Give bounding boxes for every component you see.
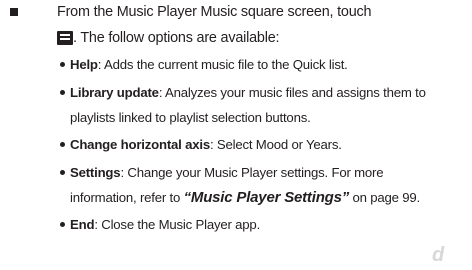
term-help: Help <box>70 57 98 72</box>
desc-library-update-cont: playlists linked to playlist selection b… <box>70 110 311 125</box>
bullet-dot <box>60 222 65 227</box>
square-bullet <box>10 8 18 16</box>
desc-settings-page: on page 99. <box>349 190 421 205</box>
manual-page: From the Music Player Music square scree… <box>0 0 472 270</box>
desc-help: : Adds the current music file to the Qui… <box>97 57 348 72</box>
intro-line-2: . The follow options are available: <box>57 29 280 47</box>
term-end: End <box>70 217 95 232</box>
desc-settings-text: information, refer to <box>70 190 184 205</box>
desc-settings-cont: information, refer to “Music Player Sett… <box>70 189 420 207</box>
term-library-update: Library update <box>70 85 159 100</box>
list-item-settings: Settings: Change your Music Player setti… <box>70 164 384 182</box>
intro-line-2-text: . The follow options are available: <box>73 30 280 46</box>
list-item-library-update: Library update: Analyzes your music file… <box>70 84 426 102</box>
bullet-dot <box>60 90 65 95</box>
intro-line-1: From the Music Player Music square scree… <box>57 4 372 20</box>
desc-library-update: : Analyzes your music files and assigns … <box>158 85 426 100</box>
bullet-dot <box>60 142 65 147</box>
list-item-help: Help: Adds the current music file to the… <box>70 56 348 74</box>
list-item-end: End: Close the Music Player app. <box>70 216 260 234</box>
watermark: d <box>432 244 445 266</box>
desc-end: : Close the Music Player app. <box>94 217 261 232</box>
bullet-dot <box>60 62 65 67</box>
list-item-change-horizontal-axis: Change horizontal axis: Select Mood or Y… <box>70 136 342 154</box>
cross-reference-link[interactable]: “Music Player Settings” <box>184 189 350 206</box>
term-change-horizontal-axis: Change horizontal axis <box>70 137 210 152</box>
bullet-dot <box>60 170 65 175</box>
menu-icon <box>57 31 73 45</box>
term-settings: Settings <box>70 165 121 180</box>
desc-settings: : Change your Music Player settings. For… <box>120 165 384 180</box>
desc-change-horizontal-axis: : Select Mood or Years. <box>209 137 342 152</box>
